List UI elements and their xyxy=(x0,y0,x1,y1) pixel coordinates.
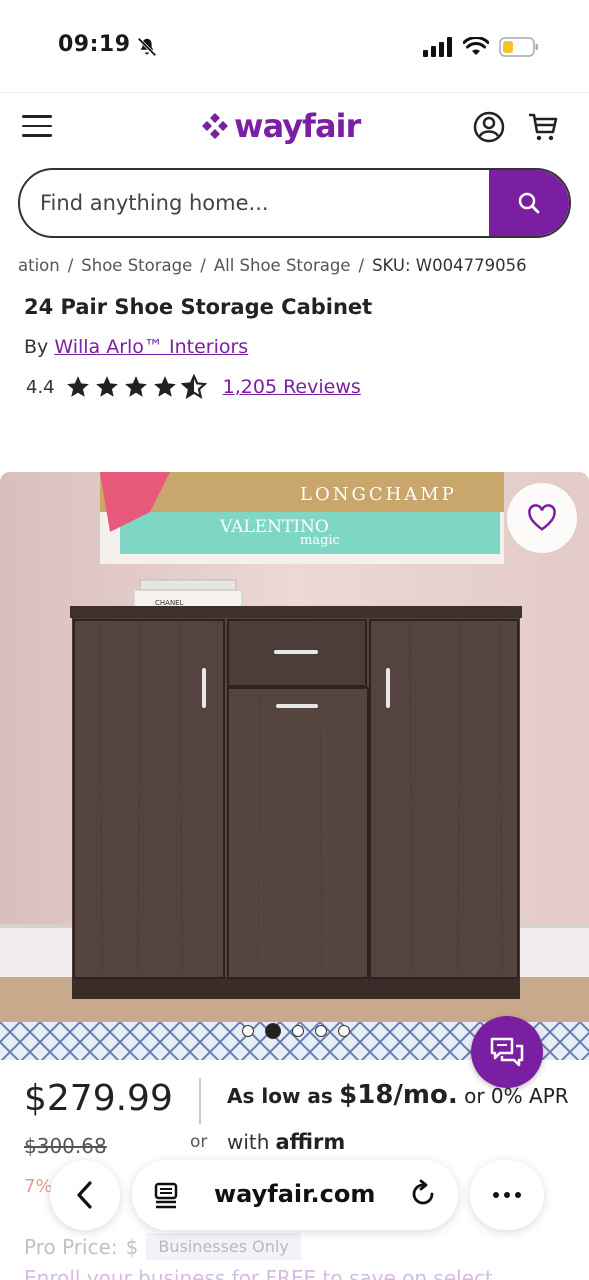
cart-button[interactable] xyxy=(526,109,560,143)
wifi-icon xyxy=(463,37,489,55)
product-title: 24 Pair Shoe Storage Cabinet xyxy=(24,295,373,319)
affirm-with: with affirm xyxy=(227,1130,345,1154)
affirm-prefix: As low as xyxy=(227,1084,333,1108)
status-bar: 09:19 xyxy=(0,0,589,92)
enroll-link[interactable]: Enroll your business for FREE to save on… xyxy=(24,1266,493,1280)
affirm-financing[interactable]: As low as $18/mo. or 0% APR xyxy=(227,1080,569,1110)
chat-button[interactable] xyxy=(471,1016,543,1088)
carousel-dot[interactable] xyxy=(315,1025,327,1037)
affirm-logo: affirm xyxy=(275,1130,346,1154)
cart-icon xyxy=(529,113,558,141)
account-button[interactable] xyxy=(472,110,506,144)
pro-price-row: Pro Price: $ Businesses Only xyxy=(24,1233,301,1260)
back-arrow-icon xyxy=(77,1181,92,1209)
affirm-with-label: with xyxy=(227,1130,270,1154)
carousel-dot[interactable] xyxy=(242,1025,254,1037)
sale-price: $279.99 xyxy=(24,1078,173,1119)
breadcrumb: ation / Shoe Storage / All Shoe Storage / SKU:… xyxy=(18,256,527,275)
carousel-dot[interactable] xyxy=(292,1025,304,1037)
star-icon xyxy=(153,376,176,397)
reviews-link[interactable]: 1,205 Reviews xyxy=(223,376,361,398)
rating-value: 4.4 xyxy=(26,376,55,398)
wayfair-logo[interactable]: wayfair xyxy=(200,107,361,145)
discount-badge: 7% xyxy=(24,1176,53,1197)
breadcrumb-item[interactable]: Shoe Storage xyxy=(81,256,192,275)
price-divider xyxy=(199,1078,201,1124)
affirm-suffix: or 0% APR xyxy=(464,1084,569,1108)
star-icon xyxy=(95,376,118,397)
url-text: wayfair.com xyxy=(214,1180,376,1208)
brand-link[interactable]: Willa Arlo™ Interiors xyxy=(54,336,248,358)
chat-icon xyxy=(490,1037,524,1067)
menu-icon xyxy=(22,115,52,118)
menu-button[interactable] xyxy=(22,115,52,139)
carousel-dots xyxy=(242,1023,350,1039)
rating-row: 4.4 1,205 Reviews xyxy=(26,374,361,400)
star-icon xyxy=(124,376,147,397)
more-icon xyxy=(493,1192,499,1198)
more-button[interactable] xyxy=(470,1160,544,1230)
pro-price-label: Pro Price: xyxy=(24,1234,118,1259)
product-byline: By Willa Arlo™ Interiors xyxy=(24,336,248,358)
carousel-dot-active[interactable] xyxy=(265,1023,281,1039)
search-icon xyxy=(518,192,540,214)
search-button[interactable] xyxy=(489,170,569,236)
site-header: wayfair xyxy=(0,92,589,162)
search-input[interactable] xyxy=(40,170,480,236)
bell-slash-icon xyxy=(137,37,157,57)
by-label: By xyxy=(24,336,49,358)
businesses-only-badge: Businesses Only xyxy=(146,1233,301,1260)
account-icon xyxy=(473,111,505,143)
carousel-dot[interactable] xyxy=(338,1025,350,1037)
pro-price-value: $ xyxy=(125,1234,139,1259)
product-image-carousel[interactable]: LONGCHAMP VALENTINO magic CHANEL xyxy=(0,472,589,1060)
or-label: or xyxy=(190,1132,208,1152)
status-time: 09:19 xyxy=(58,32,131,57)
breadcrumb-item[interactable]: ation xyxy=(18,256,60,275)
print-text: LONGCHAMP xyxy=(300,484,457,505)
back-button[interactable] xyxy=(50,1160,120,1230)
print-text: magic xyxy=(300,533,340,548)
book-text: CHANEL xyxy=(155,599,184,607)
wayfair-logo-icon xyxy=(202,113,228,139)
star-rating xyxy=(65,374,207,400)
status-icons xyxy=(423,36,539,58)
half-star-icon xyxy=(180,374,207,399)
product-image: LONGCHAMP VALENTINO magic CHANEL xyxy=(0,472,589,1060)
battery-icon xyxy=(499,37,538,57)
signal-icon xyxy=(423,37,452,57)
breadcrumb-item[interactable]: All Shoe Storage xyxy=(214,256,351,275)
heart-icon xyxy=(528,504,556,531)
browser-toolbar: wayfair.com xyxy=(50,1160,544,1230)
favorite-button[interactable] xyxy=(507,483,577,553)
original-price: $300.68 xyxy=(24,1134,107,1158)
logo-text: wayfair xyxy=(234,107,361,145)
search-bar xyxy=(18,168,571,238)
reader-icon[interactable] xyxy=(152,1180,182,1210)
reload-icon[interactable] xyxy=(408,1179,438,1209)
star-icon xyxy=(66,376,89,397)
sku-label: SKU: W004779056 xyxy=(372,256,527,275)
affirm-amount: $18/mo. xyxy=(339,1080,458,1110)
address-bar[interactable]: wayfair.com xyxy=(132,1160,458,1230)
